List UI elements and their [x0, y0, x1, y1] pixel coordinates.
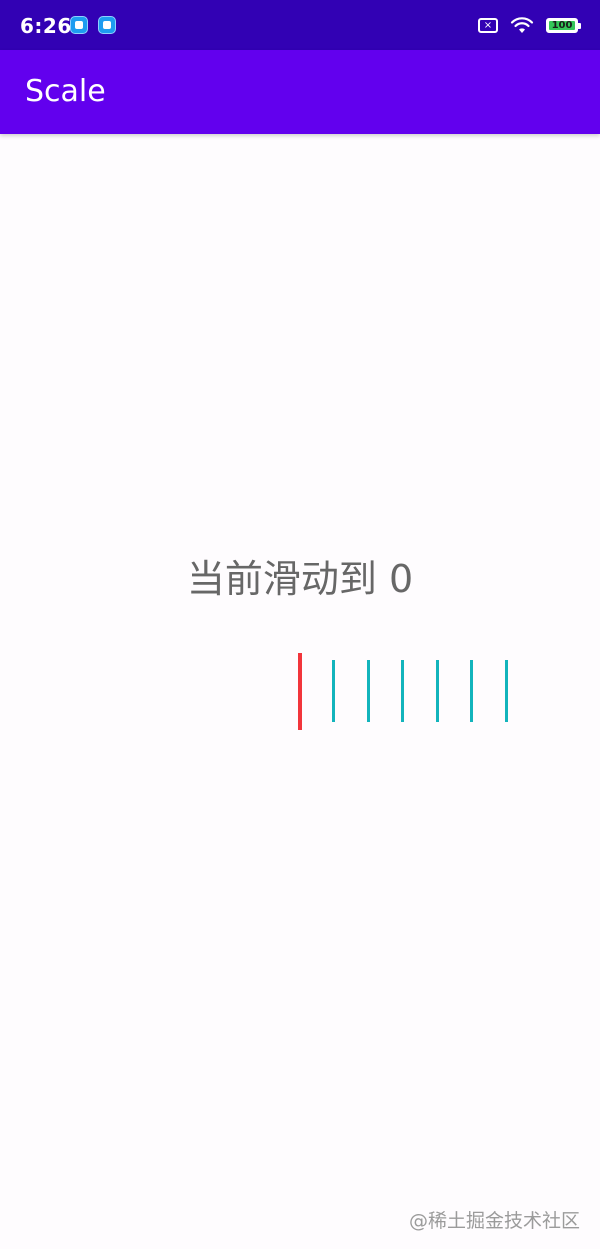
no-sim-icon: ×: [478, 17, 498, 33]
battery-tip: [578, 22, 581, 29]
wifi-icon: [510, 16, 534, 34]
battery-level: 100: [551, 19, 573, 31]
screen: 6:26 × 100 Scale 当前滑动到 0 @稀土掘金技术社区: [0, 0, 600, 1249]
scale-tick: [504, 660, 508, 722]
status-bar: 6:26 × 100: [0, 0, 600, 50]
scale-indicator: [298, 653, 302, 730]
status-time: 6:26: [20, 14, 72, 38]
current-value-label: 当前滑动到 0: [186, 557, 414, 601]
watermark: @稀土掘金技术社区: [408, 1210, 580, 1232]
scale-tick: [332, 660, 335, 722]
app-title: Scale: [25, 74, 106, 109]
scale-tick: [470, 660, 473, 722]
scale-tick: [401, 660, 404, 722]
scale-ruler[interactable]: [0, 640, 600, 740]
scale-tick: [435, 660, 439, 722]
notification-app-icon: [98, 16, 116, 34]
status-icons: × 100: [478, 14, 581, 36]
scale-tick: [366, 660, 370, 722]
battery-icon: 100: [546, 17, 581, 33]
app-bar: Scale: [0, 50, 600, 134]
notification-app-icon: [70, 16, 88, 34]
